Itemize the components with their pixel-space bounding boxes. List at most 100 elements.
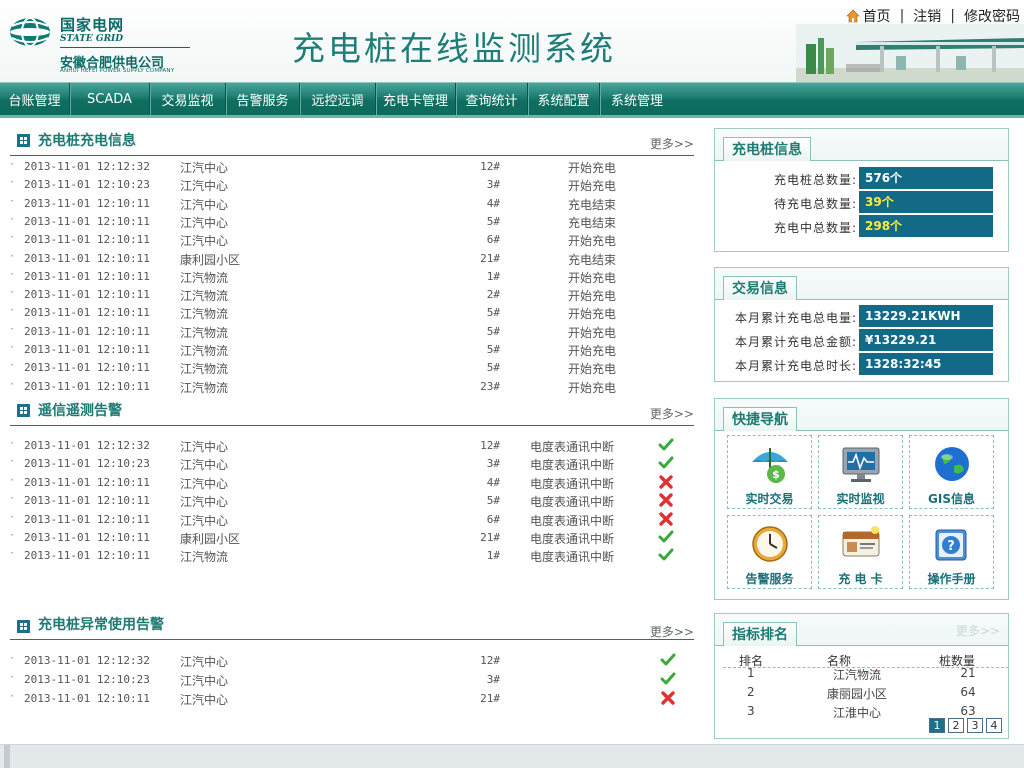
table-row[interactable]: · 2013-11-01 12:10:11 江汽物流 5# 开始充电 (10, 340, 692, 358)
list-grid-icon (17, 134, 30, 147)
ranking-row[interactable]: 1 江汽物流 21 (723, 664, 1009, 682)
bullet-icon: · (10, 266, 14, 281)
row-pile: 5# (486, 343, 500, 356)
row-station: 江汽物流 (180, 270, 229, 285)
pile-charging-row: 充电中总数量: 298个 (774, 215, 995, 237)
page-button[interactable]: 4 (986, 718, 1002, 733)
row-status: 充电结束 (568, 252, 617, 267)
nav-item-system-management[interactable]: 系统管理 (600, 83, 674, 115)
table-row[interactable]: · 2013-11-01 12:12:32 江汽中心 12# (10, 651, 692, 669)
bullet-icon: · (10, 157, 14, 171)
quick-nav-realtime-monitor-label: 实时监视 (836, 492, 885, 506)
row-time: 2013-11-01 12:10:11 (24, 512, 150, 526)
table-row[interactable]: · 2013-11-01 12:10:23 江汽中心 3# 开始充电 (10, 175, 692, 193)
logout-link[interactable]: 注销 (913, 6, 941, 26)
table-row[interactable]: · 2013-11-01 12:12:32 江汽中心 12# 电度表通讯中断 (10, 436, 692, 454)
telemetry-alarm-title: 遥信遥测告警 (38, 403, 122, 419)
trade-energy-row: 本月累计充电总电量: 13229.21KWH (735, 305, 995, 327)
bullet-icon: · (10, 211, 14, 226)
table-row[interactable]: · 2013-11-01 12:10:11 江汽中心 4# 充电结束 (10, 194, 692, 212)
quick-nav-realtime-trade[interactable]: $ 实时交易 (727, 435, 812, 509)
nav-item-ledger[interactable]: 台账管理 (0, 83, 70, 115)
scrollbar-handle[interactable] (4, 745, 10, 768)
ranking-more-link[interactable]: 更多>> (956, 622, 1000, 639)
nav-item-remote-control[interactable]: 远控远调 (300, 83, 376, 115)
nav-item-card-management[interactable]: 充电卡管理 (376, 83, 456, 115)
ranking-row[interactable]: 2 康丽园小区 64 (723, 683, 1009, 701)
table-row[interactable]: · 2013-11-01 12:10:11 江汽中心 5# 充电结束 (10, 212, 692, 230)
table-row[interactable]: · 2013-11-01 12:10:11 江汽中心 6# 开始充电 (10, 230, 692, 248)
change-password-link[interactable]: 修改密码 (964, 6, 1020, 26)
table-row[interactable]: · 2013-11-01 12:10:11 江汽物流 5# 开始充电 (10, 358, 692, 376)
nav-item-scada[interactable]: SCADA (70, 83, 150, 115)
table-row[interactable]: · 2013-11-01 12:10:11 江汽中心 5# 电度表通讯中断 (10, 491, 692, 509)
row-station: 江汽中心 (180, 495, 229, 510)
table-row[interactable]: · 2013-11-01 12:10:11 江汽物流 23# 开始充电 (10, 377, 692, 395)
row-status: 开始充电 (568, 270, 617, 285)
row-time: 2013-11-01 12:10:11 (24, 233, 150, 247)
ranking-count: 64 (960, 685, 976, 699)
row-status: 开始充电 (568, 362, 617, 377)
row-status: 开始充电 (568, 325, 617, 340)
row-pile: 12# (480, 160, 500, 173)
globe-icon (935, 447, 969, 481)
home-icon[interactable] (845, 9, 860, 23)
table-row[interactable]: · 2013-11-01 12:10:23 江汽中心 3# 电度表通讯中断 (10, 454, 692, 472)
home-link[interactable]: 首页 (863, 6, 891, 26)
quick-nav-charge-card[interactable]: 充 电 卡 (818, 515, 903, 589)
row-time: 2013-11-01 12:10:11 (24, 288, 150, 302)
row-pile: 2# (486, 288, 500, 302)
table-row[interactable]: · 2013-11-01 12:12:32 江汽中心 12# 开始充电 (10, 157, 692, 175)
row-station: 江汽中心 (180, 693, 229, 708)
quick-nav-manual-label: 操作手册 (927, 572, 976, 586)
row-pile: 1# (486, 549, 500, 563)
row-pile: 12# (480, 439, 500, 452)
table-row[interactable]: · 2013-11-01 12:10:11 江汽物流 5# 开始充电 (10, 322, 692, 340)
table-row[interactable]: · 2013-11-01 12:10:11 江汽中心 4# 电度表通讯中断 (10, 473, 692, 491)
nav-item-query-stats[interactable]: 查询统计 (456, 83, 528, 115)
telemetry-alarm-more-link[interactable]: 更多>> (650, 405, 694, 422)
row-pile: 5# (486, 361, 500, 375)
table-row[interactable]: · 2013-11-01 12:10:11 江汽物流 5# 开始充电 (10, 303, 692, 321)
bullet-icon: · (10, 175, 14, 190)
page-button[interactable]: 3 (967, 718, 983, 733)
bullet-icon: · (10, 651, 14, 665)
bottom-scrollbar[interactable] (0, 744, 1024, 768)
row-station: 康利园小区 (180, 252, 241, 267)
quick-nav-manual[interactable]: ? 操作手册 (909, 515, 994, 589)
telemetry-alarm-header: 遥信遥测告警 更多>> (10, 400, 694, 426)
trade-amount-label: 本月累计充电总金额: (734, 335, 857, 349)
quick-nav-realtime-monitor[interactable]: 实时监视 (818, 435, 903, 509)
row-time: 2013-11-01 12:10:11 (24, 306, 150, 320)
table-row[interactable]: · 2013-11-01 12:10:11 康利园小区 21# 充电结束 (10, 249, 692, 267)
row-alarm: 电度表通讯中断 (530, 532, 615, 546)
system-title: 充电桩在线监测系统 (292, 29, 616, 68)
bullet-icon: · (10, 546, 14, 561)
row-status: 开始充电 (568, 234, 617, 249)
row-station: 江汽中心 (180, 197, 229, 212)
page-button[interactable]: 2 (948, 718, 964, 733)
row-station: 江汽中心 (180, 674, 229, 689)
umbrella-money-icon: $ (752, 448, 788, 483)
quick-nav-alarm-service[interactable]: 告警服务 (727, 515, 812, 589)
table-row[interactable]: · 2013-11-01 12:10:11 康利园小区 21# 电度表通讯中断 (10, 528, 692, 546)
table-row[interactable]: · 2013-11-01 12:10:11 江汽中心 21# (10, 689, 692, 707)
page-button[interactable]: 1 (929, 718, 945, 733)
table-row[interactable]: · 2013-11-01 12:10:23 江汽中心 3# (10, 670, 692, 688)
table-row[interactable]: · 2013-11-01 12:10:11 江汽物流 1# 开始充电 (10, 267, 692, 285)
row-pile: 3# (486, 673, 500, 687)
table-row[interactable]: · 2013-11-01 12:10:11 江汽中心 6# 电度表通讯中断 (10, 510, 692, 528)
nav-item-system-config[interactable]: 系统配置 (528, 83, 600, 115)
row-time: 2013-11-01 12:10:11 (24, 379, 150, 393)
charge-info-more-link[interactable]: 更多>> (650, 135, 694, 152)
bullet-icon: · (10, 340, 14, 354)
table-row[interactable]: · 2013-11-01 12:10:11 江汽物流 1# 电度表通讯中断 (10, 546, 692, 564)
nav-item-alarm-service[interactable]: 告警服务 (226, 83, 300, 115)
quick-nav-gis[interactable]: GIS信息 (909, 435, 994, 509)
row-alarm: 电度表通讯中断 (530, 495, 615, 510)
ranking-rank: 2 (747, 685, 755, 699)
abnormal-alarm-more-link[interactable]: 更多>> (650, 623, 694, 640)
pile-waiting-row: 待充电总数量: 39个 (774, 191, 995, 213)
nav-item-trade-monitor[interactable]: 交易监视 (150, 83, 226, 115)
table-row[interactable]: · 2013-11-01 12:10:11 江汽物流 2# 开始充电 (10, 285, 692, 303)
